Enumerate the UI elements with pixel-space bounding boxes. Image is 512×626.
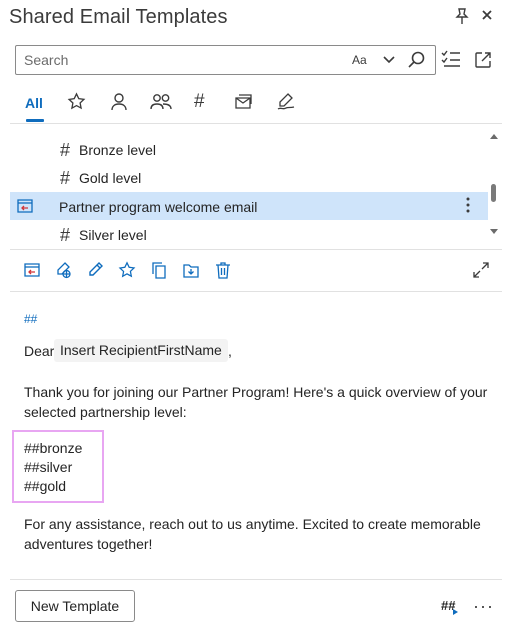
search-input[interactable] xyxy=(24,52,344,68)
macro-hash-icon: # xyxy=(60,140,71,160)
share-team-icon[interactable] xyxy=(54,261,72,279)
macro-line: ##silver xyxy=(24,459,73,475)
checklist-icon[interactable] xyxy=(441,50,461,68)
list-item-label: Silver level xyxy=(79,227,147,243)
list-item-label: Bronze level xyxy=(79,142,157,158)
list-item-label: Gold level xyxy=(79,170,142,186)
copy-icon[interactable] xyxy=(151,261,167,279)
move-to-folder-icon[interactable] xyxy=(182,261,200,279)
scrollbar-thumb[interactable] xyxy=(491,184,496,202)
favorite-star-icon[interactable] xyxy=(118,261,136,279)
popout-icon[interactable] xyxy=(474,51,492,69)
people-icon[interactable] xyxy=(150,92,172,122)
edit-icon[interactable] xyxy=(87,261,104,278)
list-item[interactable]: # Silver level xyxy=(10,220,488,248)
chevron-down-icon[interactable] xyxy=(383,55,395,65)
active-tab-indicator xyxy=(26,119,44,122)
close-icon[interactable] xyxy=(480,8,494,22)
toolbar-divider xyxy=(10,291,502,292)
list-item-label: Partner program welcome email xyxy=(59,199,258,215)
expand-icon[interactable] xyxy=(472,261,490,279)
list-item[interactable]: # Gold level xyxy=(10,163,488,191)
star-icon[interactable] xyxy=(67,92,86,122)
preview-paragraph: Thank you for joining our Partner Progra… xyxy=(24,384,488,420)
footer-divider xyxy=(10,579,502,580)
preview-hash-marker: ## xyxy=(24,312,38,326)
pane-title: Shared Email Templates xyxy=(9,6,228,28)
search-box: Aa xyxy=(15,45,436,75)
search-icon[interactable] xyxy=(408,51,426,69)
macro-line: ##gold xyxy=(24,478,67,494)
signature-pen-icon[interactable] xyxy=(276,92,296,122)
new-template-button[interactable]: New Template xyxy=(15,590,135,622)
match-case-toggle[interactable]: Aa xyxy=(352,53,367,67)
insert-macro-icon[interactable]: ## xyxy=(441,598,461,616)
macro-line: ##bronze xyxy=(24,440,83,456)
delete-icon[interactable] xyxy=(215,261,231,279)
macro-hash-icon: # xyxy=(60,225,71,245)
list-item-selected[interactable]: Partner program welcome email xyxy=(10,192,488,220)
title-bar: Shared Email Templates xyxy=(0,0,512,36)
more-actions-button[interactable]: ··· xyxy=(473,596,494,617)
scroll-down-icon[interactable] xyxy=(490,229,498,235)
list-divider xyxy=(10,249,502,250)
hash-icon[interactable]: # xyxy=(194,91,205,121)
macro-hash-icon: # xyxy=(60,168,71,188)
scroll-up-icon[interactable] xyxy=(490,133,498,139)
email-icon[interactable] xyxy=(233,92,254,122)
recipient-field-chip[interactable]: Insert RecipientFirstName xyxy=(54,339,228,362)
template-list: # Bronze level # Gold level Partner prog… xyxy=(10,128,502,248)
list-item[interactable]: # Bronze level xyxy=(10,135,488,163)
template-icon xyxy=(16,198,34,214)
insert-template-icon[interactable] xyxy=(23,261,41,279)
preview-greeting: Dear xyxy=(24,343,55,359)
pin-icon[interactable] xyxy=(454,7,470,25)
more-options-icon[interactable] xyxy=(466,196,470,214)
preview-greeting-suffix: , xyxy=(228,343,232,359)
preview-paragraph: For any assistance, reach out to us anyt… xyxy=(24,516,481,552)
person-icon[interactable] xyxy=(110,92,128,122)
tabs-divider xyxy=(10,123,502,124)
